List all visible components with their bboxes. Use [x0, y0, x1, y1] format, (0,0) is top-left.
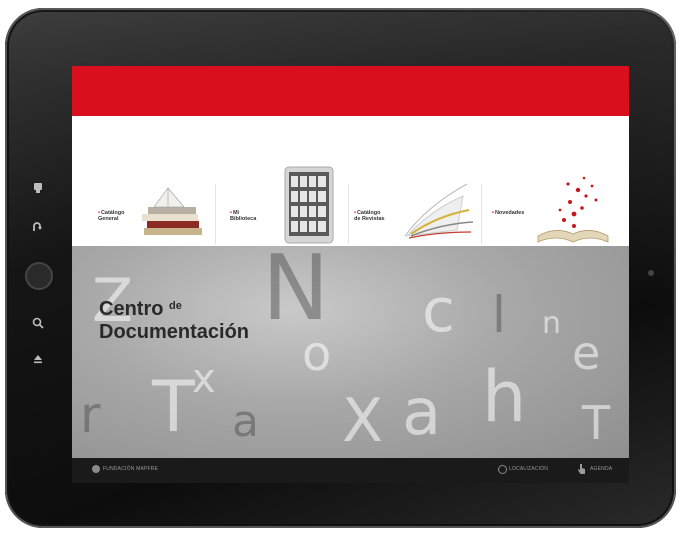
- title-de: de: [169, 300, 182, 312]
- decorative-letter: T: [152, 366, 195, 448]
- footer-link-localizacion[interactable]: LOCALIZACIÓN: [509, 466, 548, 472]
- decorative-letter: a: [402, 376, 442, 450]
- page-title: Centro de Documentación: [99, 299, 249, 342]
- plug-icon[interactable]: [30, 180, 46, 196]
- menu-item-catalogo-general[interactable]: Catálogo General: [90, 166, 215, 246]
- menu-item-mi-biblioteca[interactable]: Mi Biblioteca: [216, 166, 348, 246]
- decorative-letter: T: [582, 396, 611, 450]
- decorative-letter: e: [572, 326, 601, 380]
- back-arrow-icon[interactable]: [30, 220, 46, 236]
- header-red-bar: [72, 66, 629, 116]
- menu-item-label: Novedades: [492, 210, 524, 216]
- title-documentacion: Documentación: [99, 321, 250, 343]
- footer-brand[interactable]: FUNDACIÓN MAPFRE: [103, 466, 158, 472]
- title-centro: Centro: [99, 298, 164, 320]
- decorative-letter: c: [422, 276, 455, 346]
- menu-item-label: Catálogo de Revistas: [354, 210, 385, 222]
- open-book-petals-icon: [537, 176, 609, 243]
- hero-banner: Z N c l e n T x r o X a h T a Centro de …: [72, 246, 629, 458]
- hand-pointer-icon: [578, 464, 585, 474]
- decorative-letter: l: [492, 286, 506, 344]
- home-button[interactable]: [25, 262, 53, 290]
- stacked-books-icon: [142, 187, 202, 235]
- open-magazine-icon: [404, 183, 474, 239]
- app-screen: Catálogo General Mi Biblioteca: [72, 66, 629, 483]
- eject-icon[interactable]: [30, 352, 46, 368]
- decorative-letter: n: [542, 306, 562, 341]
- decorative-letter: a: [232, 396, 259, 447]
- menu-item-novedades[interactable]: Novedades: [482, 166, 629, 246]
- menu-item-catalogo-revistas[interactable]: Catálogo de Revistas: [349, 166, 481, 246]
- tablet-bookshelf-icon: [284, 166, 334, 244]
- footer-bar: FUNDACIÓN MAPFRE LOCALIZACIÓN AGENDA: [72, 458, 629, 483]
- location-icon: [498, 465, 507, 474]
- decorative-letter: h: [482, 356, 527, 438]
- menu-item-label: Catálogo General: [98, 210, 124, 222]
- main-menu: Catálogo General Mi Biblioteca: [72, 166, 629, 246]
- search-icon[interactable]: [30, 316, 46, 332]
- decorative-letter: o: [302, 326, 332, 382]
- fundacion-logo-icon: [92, 465, 100, 473]
- decorative-letter: X: [342, 386, 384, 456]
- decorative-letter: r: [80, 386, 101, 444]
- menu-item-label: Mi Biblioteca: [230, 210, 256, 222]
- footer-link-agenda[interactable]: AGENDA: [590, 466, 612, 472]
- decorative-letter: x: [192, 356, 216, 402]
- camera-icon: [648, 270, 654, 276]
